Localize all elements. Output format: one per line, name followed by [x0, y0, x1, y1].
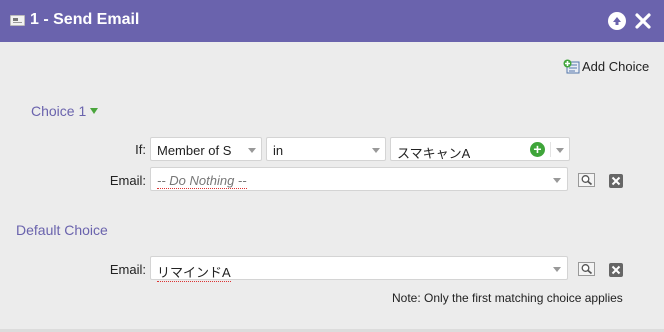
matching-note: Note: Only the first matching choice app…: [392, 291, 623, 305]
chevron-down-icon: [556, 148, 564, 153]
preview-icon[interactable]: [578, 172, 595, 188]
default-email-value: リマインドA: [157, 262, 231, 282]
chevron-down-icon: [553, 267, 561, 272]
add-choice-label: Add Choice: [582, 59, 650, 74]
default-email-label: Email:: [109, 262, 146, 277]
panel-title: 1 - Send Email: [30, 11, 140, 28]
panel-header: 1 - Send Email: [0, 0, 664, 42]
expand-triangle-icon[interactable]: [90, 108, 98, 114]
choice-email-placeholder: -- Do Nothing --: [157, 173, 247, 189]
add-value-icon[interactable]: +: [530, 142, 545, 157]
preview-icon[interactable]: [578, 261, 595, 277]
condition-value: スマキャンA: [397, 146, 471, 161]
choice-email-label: Email:: [109, 173, 146, 188]
add-choice-icon: [563, 59, 580, 75]
remove-icon[interactable]: [608, 173, 625, 189]
choice-1-title[interactable]: Choice 1: [31, 103, 86, 119]
chevron-down-icon: [372, 148, 380, 153]
condition-value-input[interactable]: スマキャンA +: [390, 137, 570, 161]
default-email-select[interactable]: リマインドA: [150, 256, 568, 282]
condition-field-value: Member of S: [157, 143, 232, 158]
close-icon[interactable]: [634, 12, 652, 30]
if-label: If:: [135, 142, 146, 157]
operator-select[interactable]: in: [266, 137, 386, 161]
collapse-up-icon[interactable]: [608, 12, 626, 30]
default-choice-title: Default Choice: [16, 222, 108, 238]
email-window-icon: [10, 15, 25, 26]
chevron-down-icon: [248, 148, 256, 153]
condition-field-select[interactable]: Member of S: [150, 137, 262, 161]
divider: [550, 142, 551, 157]
choice-email-select[interactable]: -- Do Nothing --: [150, 167, 568, 191]
remove-icon[interactable]: [608, 262, 625, 278]
operator-value: in: [273, 143, 284, 158]
chevron-down-icon: [553, 178, 561, 183]
